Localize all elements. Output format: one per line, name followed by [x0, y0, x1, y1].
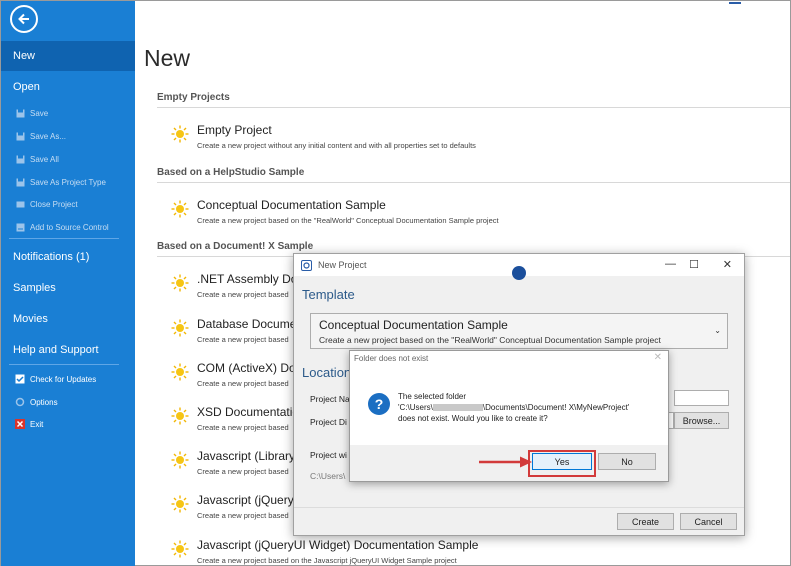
- sun-icon: [171, 200, 189, 218]
- project-title: Empty Project: [197, 123, 272, 137]
- maximize-icon[interactable]: ☐: [689, 258, 699, 271]
- info-badge-icon: [512, 266, 526, 280]
- cancel-button[interactable]: Cancel: [680, 513, 737, 530]
- sidebar-item-save[interactable]: Save: [1, 106, 135, 120]
- template-desc: Create a new project based on the "RealW…: [319, 335, 661, 345]
- project-wi-label: Project wi: [310, 450, 347, 460]
- sidebar-item-close-project[interactable]: Close Project: [1, 197, 135, 211]
- sidebar-item-notifications[interactable]: Notifications (1): [1, 247, 135, 267]
- message-title: Folder does not exist: [354, 354, 429, 363]
- location-label: Location: [302, 365, 352, 380]
- path-preview: C:\Users\: [310, 471, 346, 481]
- sun-icon: [171, 407, 189, 425]
- sidebar-item-options[interactable]: Options: [1, 395, 135, 409]
- sun-icon: [171, 363, 189, 381]
- page-title: New: [144, 45, 191, 71]
- message-path: 'C:\Users\ \Documents\Document! X\MyNewPr…: [398, 403, 630, 412]
- save-as-project-type-icon: [15, 177, 25, 187]
- save-all-icon: [15, 154, 25, 164]
- project-desc: Create a new project based: [197, 335, 289, 344]
- project-desc: Create a new project based: [197, 290, 289, 299]
- project-desc: Create a new project based on the "RealW…: [197, 216, 499, 225]
- template-selected: Conceptual Documentation Sample: [319, 318, 508, 332]
- template-select[interactable]: Conceptual Documentation Sample Create a…: [310, 313, 728, 349]
- sidebar-item-add-source-control[interactable]: Add to Source Control: [1, 220, 135, 234]
- section-heading: Empty Projects: [157, 92, 230, 103]
- browse-button[interactable]: Browse...: [674, 412, 729, 429]
- close-icon[interactable]: ✕: [654, 352, 662, 363]
- project-title: Database Docume: [197, 317, 297, 331]
- top-right-icon: [729, 1, 741, 4]
- sidebar-divider: [9, 364, 119, 365]
- sun-icon: [171, 274, 189, 292]
- sidebar-item-help-support[interactable]: Help and Support: [1, 340, 135, 360]
- sidebar-item-new[interactable]: New: [1, 41, 135, 71]
- check-updates-icon: [15, 374, 25, 384]
- sun-icon: [171, 319, 189, 337]
- question-icon: ?: [368, 393, 390, 415]
- save-icon: [15, 108, 25, 118]
- project-title: .NET Assembly Do: [197, 272, 298, 286]
- project-title: Javascript (jQueryUI Widget) Documentati…: [197, 538, 479, 552]
- project-title: COM (ActiveX) Do: [197, 361, 296, 375]
- project-desc: Create a new project based: [197, 467, 289, 476]
- sidebar-item-movies[interactable]: Movies: [1, 309, 135, 329]
- project-name-label: Project Na: [310, 394, 350, 404]
- sidebar-item-check-updates[interactable]: Check for Updates: [1, 372, 135, 386]
- close-project-icon: [15, 199, 25, 209]
- sidebar-item-label: Open: [13, 81, 40, 93]
- template-label: Template: [302, 287, 355, 302]
- dialog-title: New Project: [318, 260, 367, 270]
- redacted-username: [432, 404, 483, 412]
- project-dir-label: Project Di: [310, 417, 347, 427]
- close-icon[interactable]: ✕: [723, 258, 732, 271]
- project-desc: Create a new project based on the Javasc…: [197, 556, 457, 565]
- sidebar-item-label: New: [13, 50, 36, 62]
- sidebar: New Open Save Save As... Save All Save A…: [1, 1, 135, 566]
- save-as-icon: [15, 131, 25, 141]
- project-name-input[interactable]: [674, 390, 729, 406]
- section-heading: Based on a HelpStudio Sample: [157, 167, 305, 178]
- sun-icon: [171, 540, 189, 558]
- sidebar-item-save-as-project-type[interactable]: Save As Project Type: [1, 175, 135, 189]
- annotation-arrow-icon: [479, 456, 532, 468]
- chevron-down-icon: ⌄: [714, 326, 721, 335]
- sidebar-item-save-all[interactable]: Save All: [1, 152, 135, 166]
- exit-icon: [15, 419, 25, 429]
- app-icon: [301, 259, 312, 271]
- sidebar-item-exit[interactable]: Exit: [1, 417, 135, 431]
- back-arrow-icon[interactable]: [10, 5, 38, 33]
- sidebar-divider: [9, 238, 119, 239]
- create-button[interactable]: Create: [617, 513, 674, 530]
- options-icon: [15, 397, 25, 407]
- message-line: does not exist. Would you like to create…: [398, 414, 548, 423]
- no-button[interactable]: No: [598, 453, 656, 470]
- sun-icon: [171, 125, 189, 143]
- sidebar-item-samples[interactable]: Samples: [1, 278, 135, 298]
- project-title: XSD Documentatio: [197, 405, 300, 419]
- project-desc: Create a new project without any initial…: [197, 141, 476, 150]
- message-line: The selected folder: [398, 392, 467, 401]
- project-desc: Create a new project based: [197, 511, 289, 520]
- project-desc: Create a new project based: [197, 379, 289, 388]
- project-title: Javascript (jQuery: [197, 493, 294, 507]
- highlight-box: [528, 450, 596, 477]
- sun-icon: [171, 451, 189, 469]
- project-title: Javascript (Library: [197, 449, 296, 463]
- message-titlebar: Folder does not exist ✕: [350, 351, 668, 367]
- section-heading: Based on a Document! X Sample: [157, 241, 314, 252]
- sidebar-item-save-as[interactable]: Save As...: [1, 129, 135, 143]
- project-title: Conceptual Documentation Sample: [197, 198, 386, 212]
- minimize-icon[interactable]: —: [665, 258, 676, 270]
- dialog-footer: Create Cancel: [294, 507, 744, 535]
- section-divider: [157, 182, 790, 183]
- sidebar-item-open[interactable]: Open: [1, 77, 135, 97]
- section-divider: [157, 107, 790, 108]
- project-desc: Create a new project based: [197, 423, 289, 432]
- sun-icon: [171, 495, 189, 513]
- source-control-icon: [15, 222, 25, 232]
